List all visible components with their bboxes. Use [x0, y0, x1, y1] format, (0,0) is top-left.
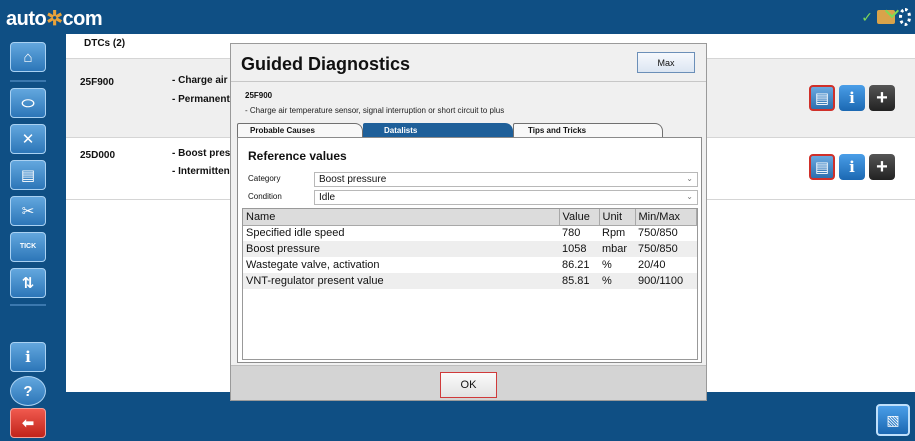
section-title: Reference values [248, 149, 347, 163]
dtc-actions: ▤ i + [809, 85, 895, 111]
ok-button[interactable]: OK [440, 372, 497, 398]
dtc-description-line: - Permanent [172, 94, 230, 105]
chevron-down-icon: ⌄ [686, 192, 693, 201]
sync-icon[interactable]: ⇅ [10, 268, 46, 298]
cell-value: 86.21 [562, 259, 590, 271]
condition-value: Idle [319, 192, 336, 203]
engine-icon[interactable]: ⬭ [10, 88, 46, 118]
cell-minmax: 750/850 [635, 241, 697, 257]
cell-minmax: 900/1100 [635, 273, 697, 289]
tick-tick-icon[interactable]: TICK [10, 232, 46, 262]
guided-diagnostics-dialog: Guided Diagnostics Max 25F900 - Charge a… [230, 43, 707, 401]
check-icon: ✓ [861, 8, 873, 25]
help-icon[interactable]: ? [10, 376, 46, 406]
category-value: Boost pressure [319, 174, 387, 185]
column-header-unit[interactable]: Unit [599, 209, 636, 226]
tools-icon[interactable]: ✂ [10, 196, 46, 226]
expand-button[interactable]: + [869, 85, 895, 111]
gear-icon[interactable] [899, 8, 911, 26]
cell-value: 85.81 [559, 273, 599, 289]
cell-minmax: 20/40 [638, 259, 666, 271]
cell-minmax: 750/850 [638, 227, 678, 240]
dtc-description-line: - Intermitten [172, 166, 230, 177]
home-icon[interactable]: ⌂ [10, 42, 46, 72]
vehicle-cross-icon[interactable]: ✕ [10, 124, 46, 154]
dialog-footer: OK [231, 365, 706, 400]
report-button[interactable]: ▤ [809, 154, 835, 180]
cell-name: Wastegate valve, activation [246, 259, 380, 271]
tab-datalists[interactable]: Datalists [363, 123, 513, 137]
dialog-title: Guided Diagnostics [241, 54, 411, 74]
folder-icon[interactable] [877, 10, 895, 24]
left-sidebar: ⌂ ⬭ ✕ ▤ ✂ TICK ⇅ i ? ⬅ [0, 34, 56, 441]
table-row[interactable]: Boost pressure 1058 mbar 750/850 [243, 241, 697, 257]
status-area: ✓ [861, 8, 911, 26]
dialog-dtc-description: - Charge air temperature sensor, signal … [245, 106, 505, 115]
table-header-row: Name Value Unit Min/Max [243, 209, 697, 226]
cell-unit: % [602, 259, 612, 271]
category-select[interactable]: Boost pressure ⌄ [314, 172, 698, 187]
column-header-name[interactable]: Name [243, 209, 560, 226]
logo-star: ✲ [46, 8, 63, 30]
tab-dtcs[interactable]: DTCs (2) [66, 34, 216, 56]
category-label: Category [248, 174, 281, 183]
cell-name: Specified idle speed [246, 227, 345, 240]
datalists-panel: Reference values Category Boost pressure… [237, 137, 702, 363]
table-row[interactable]: Specified idle speed 780 Rpm 750/850 [243, 225, 697, 241]
cell-value: 1058 [559, 241, 599, 257]
cell-name: Boost pressure [243, 241, 559, 257]
autocom-logo: auto✲com [6, 6, 103, 31]
cell-unit: % [599, 273, 635, 289]
cell-value: 780 [562, 227, 581, 240]
dtc-actions: ▤ i + [809, 154, 895, 180]
dtc-code: 25F900 [80, 77, 114, 88]
max-button[interactable]: Max [637, 52, 695, 73]
cell-unit: mbar [599, 241, 635, 257]
info-button[interactable]: i [839, 85, 865, 111]
top-bar: auto✲com ✓ [0, 0, 915, 34]
sidebar-divider [10, 304, 46, 306]
tab-tips-and-tricks[interactable]: Tips and Tricks [513, 123, 663, 137]
sidebar-divider [10, 80, 46, 82]
column-header-value[interactable]: Value [559, 209, 600, 226]
dtc-description-line: - Boost pres [172, 148, 231, 159]
reference-values-table: Name Value Unit Min/Max Specified idle s… [242, 208, 698, 360]
cell-unit: Rpm [602, 227, 626, 240]
info-button[interactable]: i [839, 154, 865, 180]
logo-text-auto: auto [6, 8, 47, 30]
tab-probable-causes[interactable]: Probable Causes [237, 123, 363, 137]
chevron-down-icon: ⌄ [686, 174, 693, 183]
condition-label: Condition [248, 192, 282, 201]
condition-select[interactable]: Idle ⌄ [314, 190, 698, 205]
document-icon[interactable]: ▤ [10, 160, 46, 190]
table-row[interactable]: VNT-regulator present value 85.81 % 900/… [243, 273, 697, 289]
back-arrow-icon[interactable]: ⬅ [10, 408, 46, 438]
logo-text-com: com [62, 8, 103, 30]
expand-button[interactable]: + [869, 154, 895, 180]
info-icon[interactable]: i [10, 342, 46, 372]
dtc-code: 25D000 [80, 150, 116, 161]
dialog-divider [231, 81, 706, 82]
dialog-dtc-code: 25F900 [245, 91, 273, 100]
column-header-minmax[interactable]: Min/Max [635, 209, 697, 226]
report-print-icon[interactable]: ▧ [876, 404, 910, 436]
table-row[interactable]: Wastegate valve, activation 86.21 % 20/4… [243, 257, 697, 273]
report-button[interactable]: ▤ [809, 85, 835, 111]
dtc-description-line: - Charge air [172, 75, 228, 86]
cell-name: VNT-regulator present value [243, 273, 559, 289]
